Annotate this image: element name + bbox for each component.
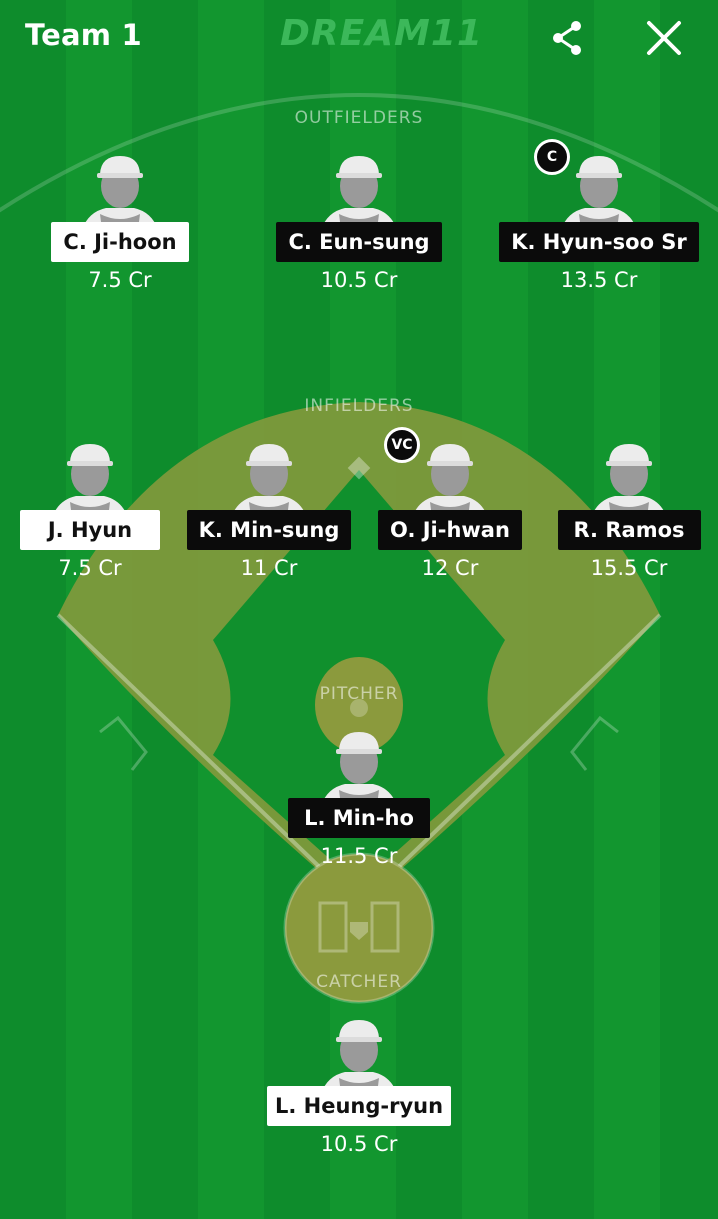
player-avatar-icon [412, 444, 488, 518]
player-avatar-icon [321, 156, 397, 230]
team-title: Team 1 [25, 18, 142, 52]
section-label-outfielders: OUTFIELDERS [294, 108, 424, 128]
dream11-logo: DREAM11 [280, 13, 483, 54]
player-name: L. Min-ho [288, 798, 430, 838]
player-name: R. Ramos [557, 510, 701, 550]
player-credits: 12 Cr [421, 556, 479, 580]
section-label-catcher: CATCHER [316, 972, 402, 992]
player-credits: 13.5 Cr [560, 268, 638, 292]
lineup-screen: Team 1 DREAM11 OUTFIELDERS INFIELDERS PI… [0, 0, 718, 1219]
player-avatar-icon [321, 732, 397, 806]
player-card[interactable]: K. Min-sung 11 Cr [169, 440, 369, 580]
vice-captain-badge: VC [384, 427, 420, 463]
player-card[interactable]: C. Ji-hoon 7.5 Cr [20, 152, 220, 292]
player-credits: 7.5 Cr [88, 268, 152, 292]
player-credits: 11 Cr [240, 556, 298, 580]
player-name: C. Eun-sung [276, 222, 442, 262]
player-name: J. Hyun [19, 510, 161, 550]
player-credits: 7.5 Cr [58, 556, 122, 580]
player-card[interactable]: R. Ramos 15.5 Cr [529, 440, 718, 580]
player-credits: 11.5 Cr [320, 844, 398, 868]
share-icon[interactable] [548, 18, 588, 58]
player-avatar-icon [591, 444, 667, 518]
player-credits: 15.5 Cr [590, 556, 668, 580]
top-bar: Team 1 DREAM11 [0, 0, 718, 78]
player-card[interactable]: K. Hyun-soo Sr 13.5 Cr [499, 152, 699, 292]
player-avatar-icon [561, 156, 637, 230]
player-card[interactable]: J. Hyun 7.5 Cr [0, 440, 190, 580]
player-name: K. Hyun-soo Sr [499, 222, 699, 262]
player-card[interactable]: L. Heung-ryun 10.5 Cr [259, 1016, 459, 1156]
section-label-pitcher: PITCHER [319, 684, 399, 704]
player-card[interactable]: O. Ji-hwan 12 Cr [350, 440, 550, 580]
player-credits: 10.5 Cr [320, 268, 398, 292]
player-avatar-icon [231, 444, 307, 518]
player-card[interactable]: L. Min-ho 11.5 Cr [259, 728, 459, 868]
player-name: L. Heung-ryun [266, 1086, 452, 1126]
player-avatar-icon [52, 444, 128, 518]
player-card[interactable]: C. Eun-sung 10.5 Cr [259, 152, 459, 292]
player-avatar-icon [82, 156, 158, 230]
close-icon[interactable] [644, 18, 684, 58]
player-name: O. Ji-hwan [378, 510, 522, 550]
captain-badge: C [534, 139, 570, 175]
player-name: K. Min-sung [186, 510, 352, 550]
section-label-infielders: INFIELDERS [304, 396, 414, 416]
player-credits: 10.5 Cr [320, 1132, 398, 1156]
player-name: C. Ji-hoon [51, 222, 189, 262]
player-avatar-icon [321, 1020, 397, 1094]
